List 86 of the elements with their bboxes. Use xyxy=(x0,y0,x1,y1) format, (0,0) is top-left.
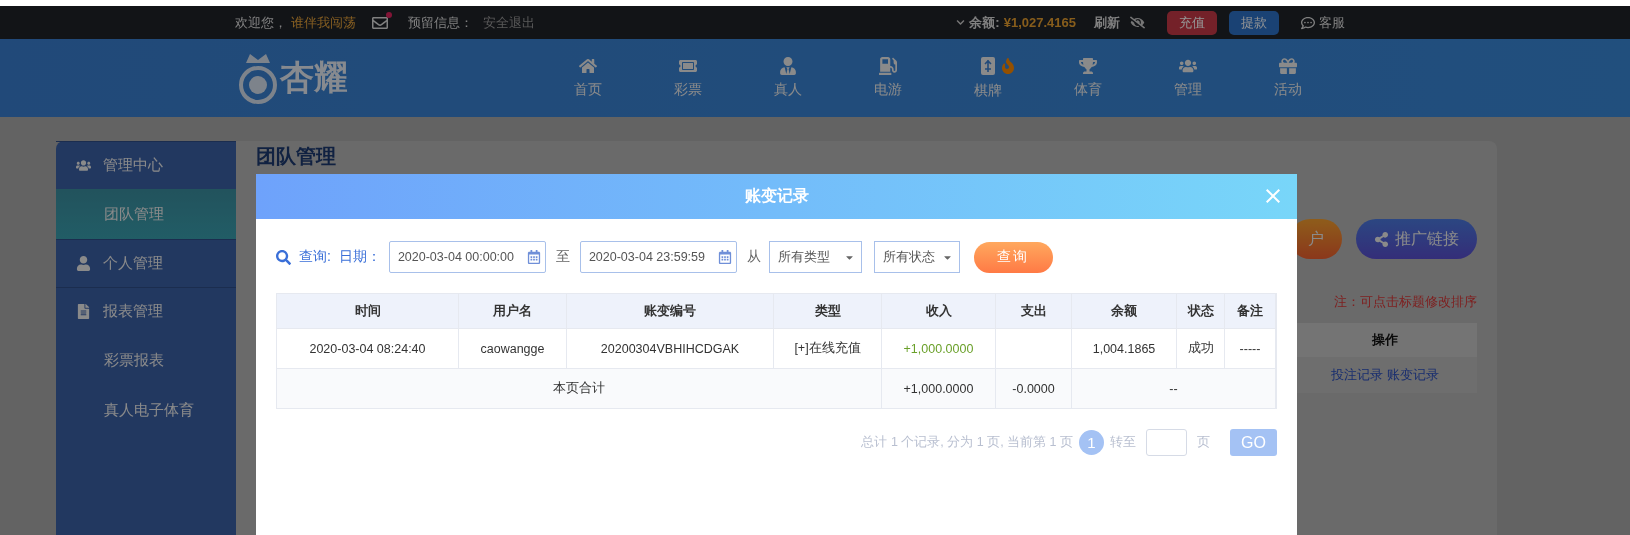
sidebar-group-title[interactable]: 个人管理 xyxy=(103,254,163,273)
nav-item[interactable]: 真人 xyxy=(738,57,838,99)
mail-icon[interactable] xyxy=(372,14,388,31)
from-label: 从 xyxy=(746,248,761,266)
chat-icon[interactable] xyxy=(1301,15,1315,30)
logo-text: 杏耀 xyxy=(280,57,348,98)
column-header[interactable]: 账变编号 xyxy=(567,294,774,328)
sidebar-item[interactable]: 真人电子体育 xyxy=(56,385,236,435)
pagination-summary: 总计 1 个记录, 分为 1 页, 当前第 1 页 xyxy=(861,434,1073,451)
table-cell: caowangge xyxy=(459,328,567,368)
go-button[interactable]: GO xyxy=(1230,429,1277,456)
start-date-field[interactable]: 2020-03-04 00:00:00 xyxy=(388,241,546,273)
gift-icon xyxy=(1279,57,1297,75)
withdraw-button[interactable]: 提款 xyxy=(1229,10,1279,35)
search-icon xyxy=(276,249,291,265)
column-header[interactable]: 余额 xyxy=(1072,294,1177,328)
ticket-icon xyxy=(679,57,697,75)
page-input[interactable] xyxy=(1146,429,1187,456)
sidebar-item[interactable]: 彩票报表 xyxy=(56,335,236,385)
table-cell: [+]在线充值 xyxy=(774,328,882,368)
username[interactable]: 谁伴我闯荡 xyxy=(291,13,356,32)
page-title: 团队管理 xyxy=(256,144,336,169)
sidebar-group-title[interactable]: 报表管理 xyxy=(103,302,163,321)
nav-item[interactable]: 棋牌 xyxy=(938,56,1038,100)
trophy-icon xyxy=(1079,57,1097,75)
table-cell: +1,000.0000 xyxy=(882,368,996,408)
column-header[interactable]: 收入 xyxy=(882,294,996,328)
table-cell: 本页合计 xyxy=(277,368,882,408)
greeting-text: 欢迎您， xyxy=(235,13,287,32)
chevron-down-icon[interactable] xyxy=(956,18,966,27)
table-cell: 1,004.1865 xyxy=(1072,328,1177,368)
reserved-info-label: 预留信息： xyxy=(408,13,473,32)
share-link-button[interactable]: 推广链接 xyxy=(1356,219,1477,259)
table-cell: 20200304VBHIHCDGAK xyxy=(567,328,774,368)
eye-slash-icon[interactable] xyxy=(1130,15,1145,30)
dialog-title: 账变记录 xyxy=(744,186,809,206)
nav-item[interactable]: 电游 xyxy=(838,57,938,99)
query-label: 查询: xyxy=(299,248,331,266)
status-select[interactable]: 所有状态 xyxy=(873,241,960,273)
nav-item[interactable]: 首页 xyxy=(538,57,638,99)
column-header[interactable]: 支出 xyxy=(996,294,1072,328)
page-number[interactable]: 1 xyxy=(1079,430,1104,455)
balance-amount: ¥1,027.4165 xyxy=(1003,15,1076,30)
calendar-icon[interactable] xyxy=(717,250,732,264)
card-icon xyxy=(980,56,996,76)
record-link[interactable]: 投注记录 xyxy=(1330,366,1383,384)
file-icon xyxy=(76,304,91,319)
nav-item[interactable]: 体育 xyxy=(1038,57,1138,99)
to-label: 至 xyxy=(555,248,570,266)
calendar-icon[interactable] xyxy=(526,250,541,264)
goto-label: 转至 xyxy=(1110,434,1136,451)
record-link[interactable]: 账变记录 xyxy=(1386,366,1439,384)
logout-link[interactable]: 安全退出 xyxy=(483,13,535,32)
table-cell: -- xyxy=(1072,368,1276,408)
refresh-link[interactable]: 刷新 xyxy=(1094,13,1120,32)
table-cell: +1,000.0000 xyxy=(882,328,996,368)
column-header[interactable]: 用户名 xyxy=(459,294,567,328)
gas-pump-icon xyxy=(879,57,897,75)
user-icon xyxy=(76,256,91,271)
end-date-field[interactable]: 2020-03-04 23:59:59 xyxy=(579,241,737,273)
query-button[interactable]: 查询 xyxy=(973,241,1053,273)
support-link[interactable]: 客服 xyxy=(1319,13,1345,32)
table-cell: 2020-03-04 08:24:40 xyxy=(277,328,459,368)
nav-item[interactable]: 彩票 xyxy=(638,57,738,99)
person-icon xyxy=(779,57,797,75)
page-unit-label: 页 xyxy=(1197,434,1210,451)
column-header[interactable]: 时间 xyxy=(277,294,459,328)
nav-item[interactable]: 管理 xyxy=(1138,57,1238,99)
column-header[interactable]: 类型 xyxy=(774,294,882,328)
users-icon xyxy=(76,158,91,173)
share-icon xyxy=(1374,231,1389,247)
home-icon xyxy=(579,57,597,75)
deposit-button[interactable]: 充值 xyxy=(1167,10,1217,35)
type-select[interactable]: 所有类型 xyxy=(768,241,862,273)
column-header[interactable]: 备注 xyxy=(1225,294,1276,328)
sort-note: 注：可点击标题修改排序 xyxy=(1334,293,1477,311)
users-icon xyxy=(1179,57,1197,75)
table-cell: -0.0000 xyxy=(996,368,1072,408)
table-cell: 成功 xyxy=(1177,328,1225,368)
date-label: 日期： xyxy=(338,248,381,266)
sidebar-group-title[interactable]: 管理中心 xyxy=(103,156,163,175)
nav-item[interactable]: 活动 xyxy=(1238,57,1338,99)
balance-label: 余额: xyxy=(969,13,1000,32)
sidebar-item[interactable]: 团队管理 xyxy=(56,189,236,239)
table-cell: ----- xyxy=(1225,328,1276,368)
column-header[interactable]: 状态 xyxy=(1177,294,1225,328)
